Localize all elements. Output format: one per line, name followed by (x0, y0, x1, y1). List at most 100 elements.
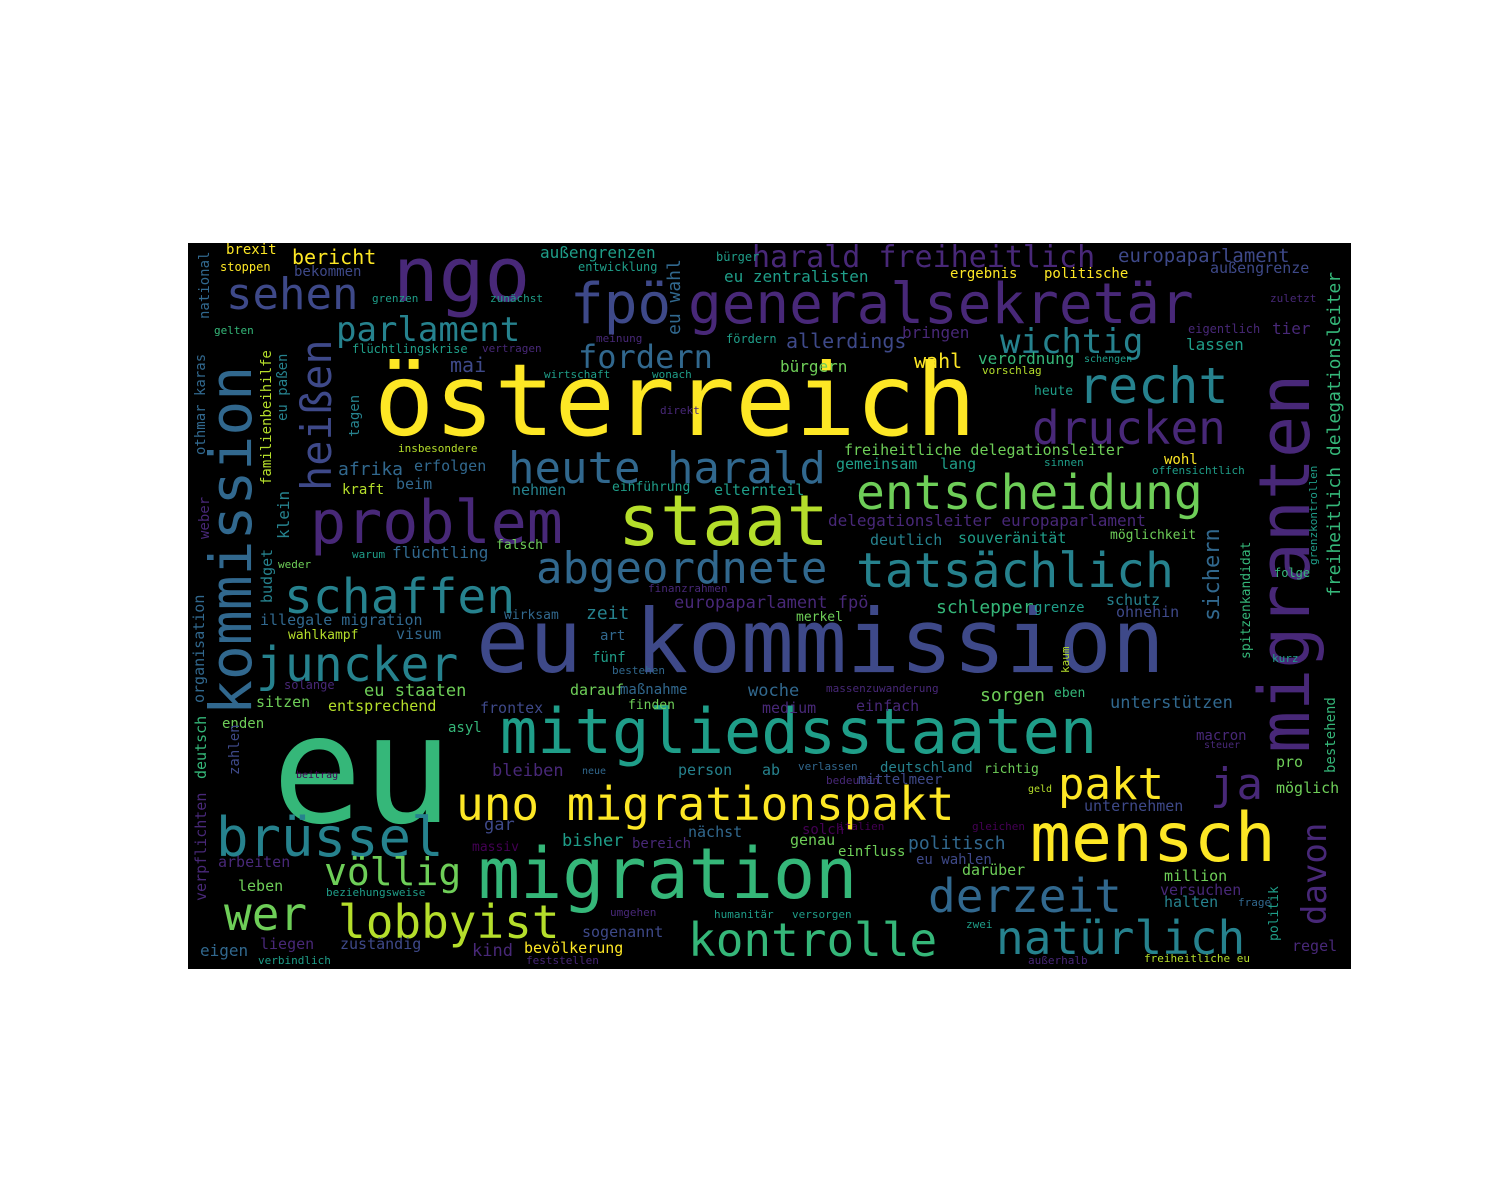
word: möglich (1276, 779, 1340, 797)
word: gelten (214, 324, 254, 337)
word: meinung (596, 332, 643, 345)
word: nächst (688, 823, 743, 841)
word: maßnahme (620, 682, 688, 698)
word: unternehmen (1084, 797, 1184, 815)
word: lang (940, 455, 977, 473)
word: politik (1267, 886, 1282, 941)
word: derzeit (928, 869, 1122, 923)
word: fördern (726, 332, 777, 346)
word: einführung (612, 480, 691, 495)
word: massenzuwanderung (826, 682, 939, 695)
word: eu paßen (275, 353, 291, 421)
word: sitzen (256, 693, 311, 711)
word: vertragen (482, 342, 542, 355)
word: zahlen (227, 724, 243, 775)
word: wer (224, 887, 308, 941)
word: wahlkampf (288, 628, 359, 643)
word: othmar karas (193, 353, 209, 455)
word: sichern (1200, 528, 1225, 621)
word: zuständig (340, 935, 422, 953)
word: gemeinsam (836, 455, 918, 473)
word: darüber (962, 861, 1026, 879)
word: visum (396, 625, 442, 643)
word: solange (284, 678, 335, 692)
word: feststellen (526, 954, 599, 967)
word: halten (1164, 893, 1219, 911)
word: finden (628, 698, 675, 713)
word: ergebnis (950, 266, 1018, 282)
word: neue (582, 766, 607, 777)
word: bisher (562, 831, 624, 851)
word: verbindlich (258, 954, 331, 967)
word: grenze (1034, 600, 1085, 616)
word: zunächst (490, 292, 543, 305)
word: wirtschaft (544, 368, 611, 381)
word: familienbeihilfe (259, 350, 275, 485)
word: kontrolle (688, 913, 938, 967)
word: außerhalb (1028, 954, 1088, 967)
word: insbesondere (398, 442, 478, 455)
word: bereich (632, 836, 692, 852)
word: mai (450, 353, 487, 377)
word: elternteil (714, 481, 805, 499)
word: wonach (652, 368, 692, 381)
word: afrika (338, 459, 404, 480)
word: sinnen (1044, 456, 1084, 469)
word: asyl (448, 720, 482, 736)
word: budget (258, 548, 276, 603)
word: ab (762, 761, 781, 779)
word: beitrag (296, 770, 339, 781)
word: deutsch (192, 715, 210, 779)
word: bestehend (1323, 697, 1339, 773)
word: warum (352, 548, 386, 561)
word: heißen (292, 339, 341, 491)
word: schlepper (936, 597, 1034, 618)
word: außengrenzen (540, 243, 656, 262)
word: wirksam (504, 608, 559, 623)
word: pro (1276, 753, 1304, 771)
word: wahl (914, 349, 963, 373)
word: person (678, 761, 733, 779)
word: merkel (796, 610, 843, 625)
word: kaum (1059, 646, 1072, 674)
word: grenzen (372, 292, 419, 305)
word: entscheidung (856, 465, 1203, 521)
word: weder (278, 558, 312, 571)
word: art (600, 628, 626, 644)
word: möglichkeit (1110, 528, 1197, 543)
word-cloud: österreich eu kommission eu migranten ko… (188, 243, 1351, 969)
word: geld (1028, 784, 1053, 795)
word: eben (1054, 686, 1086, 701)
word: heute (1034, 384, 1074, 399)
word: kind (472, 941, 513, 961)
word: freiheitliche eu (1144, 952, 1250, 965)
word: genau (790, 831, 836, 849)
word: national (197, 251, 213, 319)
word: bürgern (780, 357, 848, 376)
word: klein (274, 490, 293, 539)
word: bürger (716, 250, 760, 264)
word: delegationsleiter europaparlament (828, 511, 1146, 530)
word: verlassen (798, 760, 858, 773)
word: massiv (472, 840, 519, 855)
word: gleichen (972, 820, 1025, 833)
word: mittelmeer (858, 772, 943, 788)
word: kraft (342, 482, 385, 498)
word: direkt (660, 404, 700, 417)
word: gar (484, 815, 515, 835)
word: medium (762, 699, 817, 717)
word: eu wahl (664, 259, 685, 335)
word: freiheitlich delegationsleiter (1324, 271, 1345, 597)
word: schengen (1084, 354, 1133, 365)
word: außengrenze (1210, 259, 1310, 277)
word: vorschlag (982, 364, 1042, 377)
word: zeit (586, 603, 630, 624)
word: steuer (1204, 740, 1241, 751)
word: beim (396, 475, 433, 493)
word: liegen (260, 935, 315, 953)
word: erfolgen (414, 457, 487, 475)
word: sorgen (980, 685, 1046, 706)
word: entwicklung (578, 260, 658, 274)
word: richtig (984, 762, 1039, 777)
word: politische (1044, 266, 1129, 282)
